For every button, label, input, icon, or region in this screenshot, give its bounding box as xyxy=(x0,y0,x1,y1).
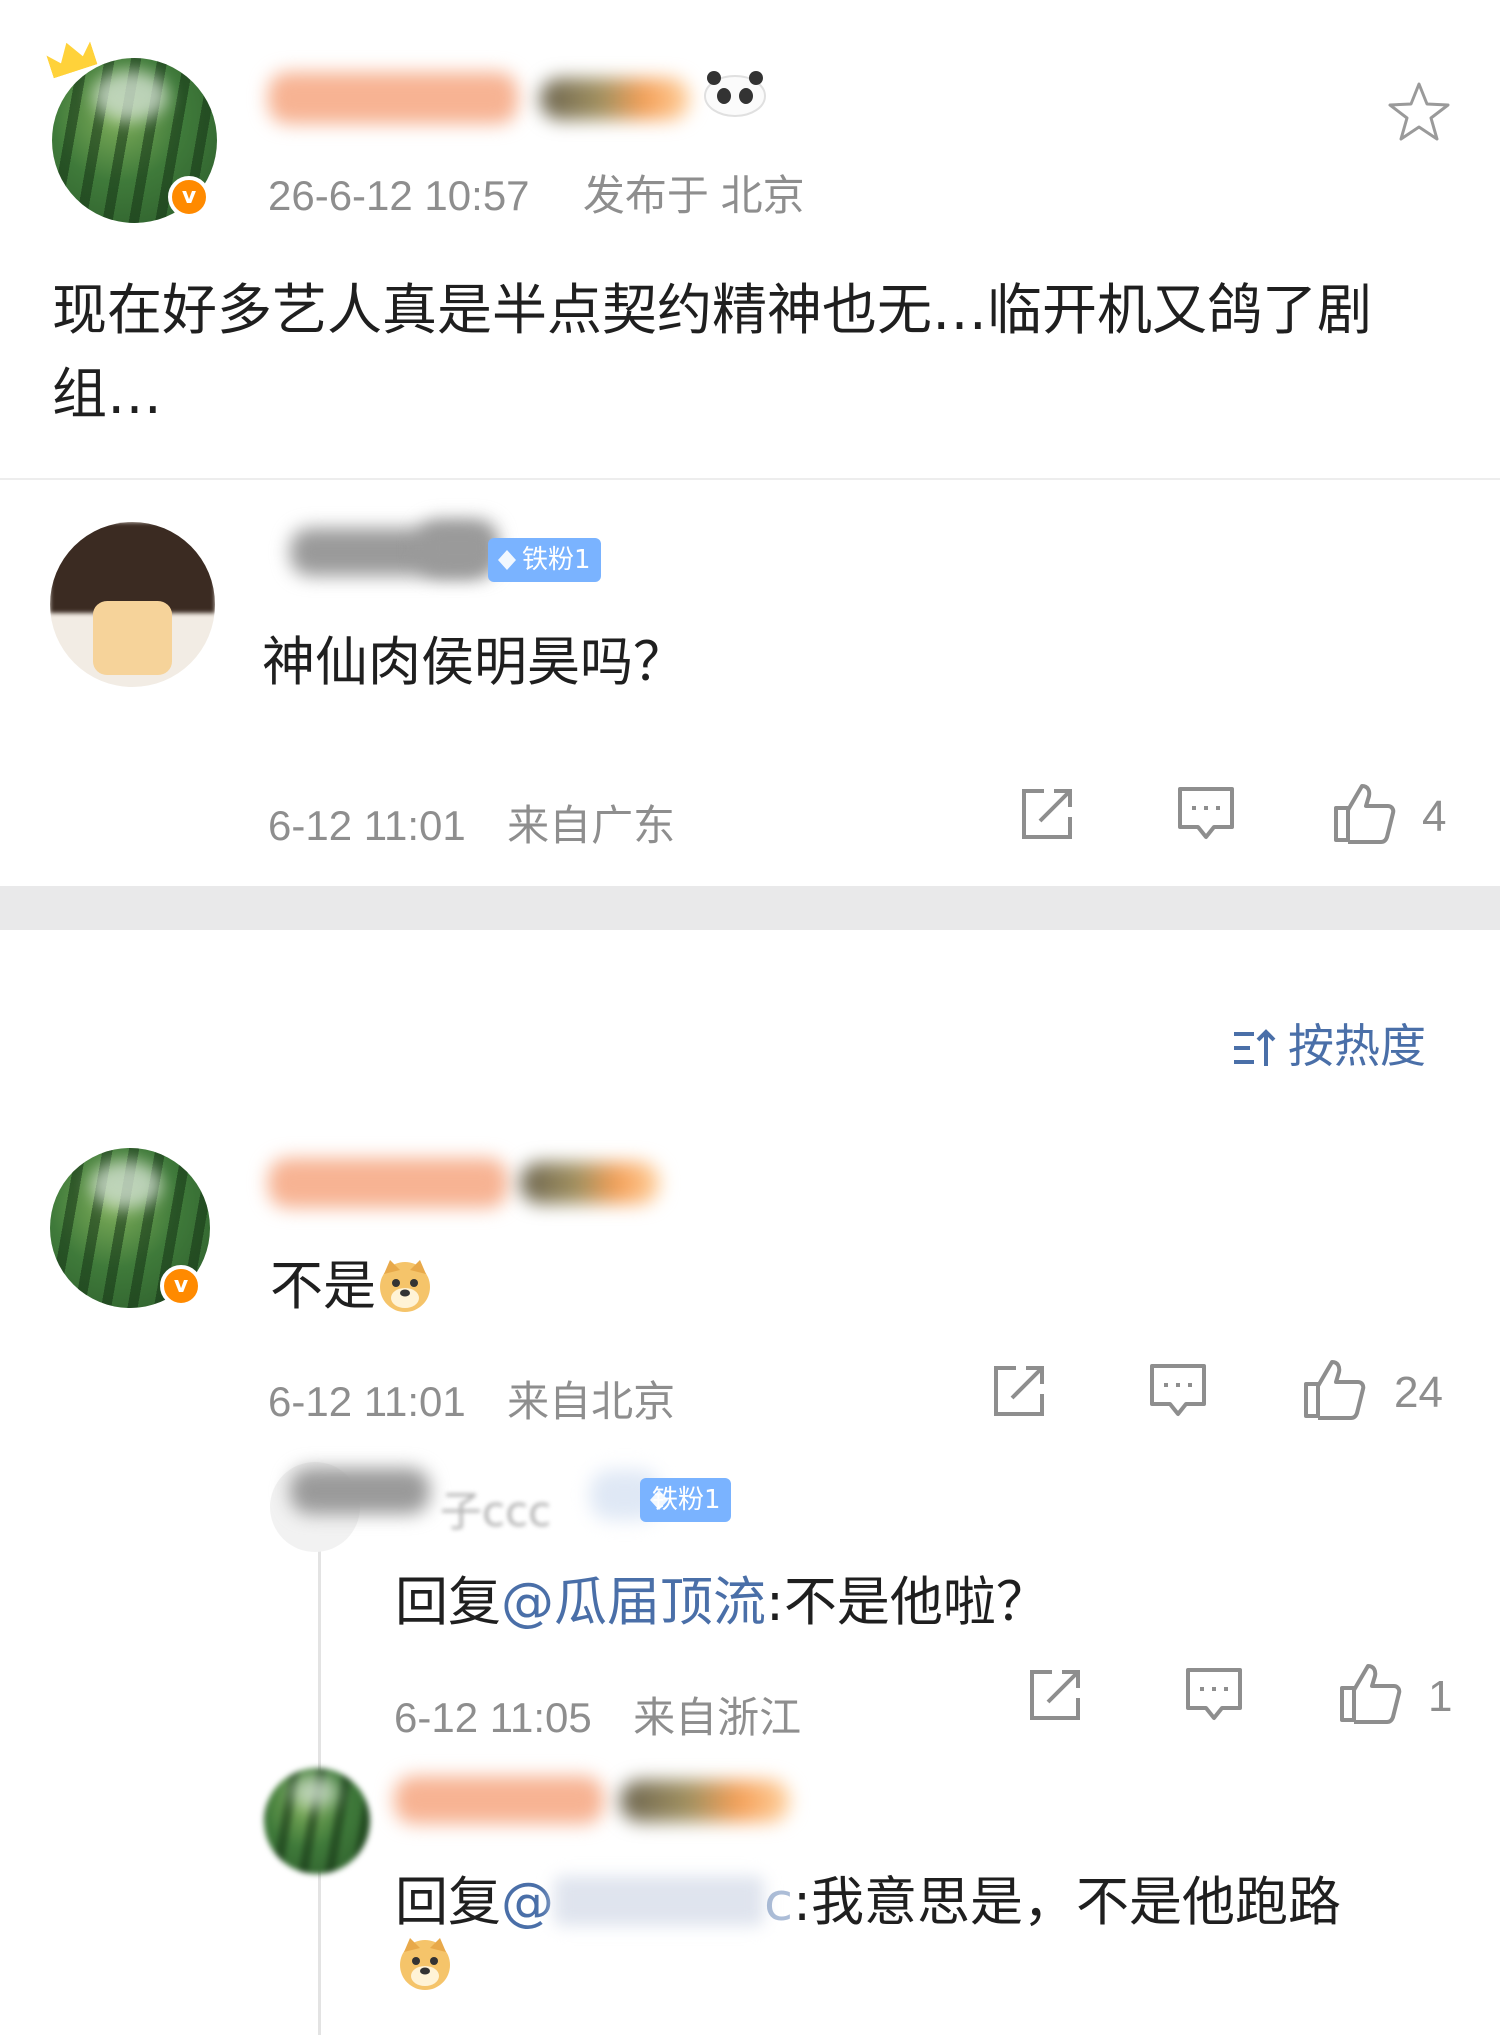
quoted-comment-text: 神仙肉侯明昊吗？ xyxy=(262,632,686,693)
share-icon[interactable] xyxy=(1026,1666,1084,1724)
post-meta: 26-6-12 10:57 发布于 北京 xyxy=(268,162,805,223)
reply-time: 6-12 11:05 xyxy=(394,1694,592,1741)
reply-avatar[interactable] xyxy=(264,1768,370,1874)
reply-meta: 6-12 11:05 来自浙江 xyxy=(394,1684,801,1745)
doge-emoji-icon xyxy=(396,1934,454,1992)
comment-text-content: 不是 xyxy=(270,1256,376,1317)
section-separator xyxy=(0,886,1500,930)
comment-time: 6-12 11:01 xyxy=(268,802,466,849)
author-name[interactable] xyxy=(268,72,518,124)
reply-text-content: :我意思是，不是他跑路 xyxy=(793,1872,1341,1933)
post-timestamp: 26-6-12 10:57 xyxy=(268,172,530,219)
like-icon[interactable] xyxy=(1302,1356,1366,1420)
comment-icon[interactable] xyxy=(1148,1362,1206,1420)
reply-text: 回复@ c:我意思是，不是他跑路 xyxy=(395,1860,1341,1936)
fan-badge: 铁粉1 xyxy=(640,1478,731,1522)
reply-location: 来自浙江 xyxy=(633,1694,802,1741)
reply-thread-line xyxy=(318,1470,321,2035)
panda-emoji-icon xyxy=(700,70,770,118)
fan-badge: 铁粉1 xyxy=(488,538,601,582)
commenter-name-2 xyxy=(418,520,498,576)
share-icon[interactable] xyxy=(1018,785,1076,843)
like-icon[interactable] xyxy=(1332,780,1396,844)
mention-link[interactable]: @ xyxy=(501,1872,554,1933)
reply-text: 回复@瓜届顶流:不是他啦？ xyxy=(395,1560,1049,1636)
doge-emoji-icon xyxy=(376,1256,434,1314)
like-count: 4 xyxy=(1422,792,1447,841)
author-level-badge xyxy=(520,1162,660,1204)
comment-text: 不是 xyxy=(270,1244,434,1320)
reply-author-name[interactable] xyxy=(290,1468,430,1514)
like-count: 24 xyxy=(1394,1368,1443,1417)
verified-badge-icon: v xyxy=(168,176,210,218)
mention-blurred xyxy=(554,1876,764,1926)
author-name[interactable] xyxy=(268,1158,508,1208)
sort-label: 按热度 xyxy=(1288,1019,1426,1073)
like-icon[interactable] xyxy=(1338,1660,1402,1724)
mention-link-end[interactable]: c xyxy=(764,1872,793,1933)
reply-author-level-badge xyxy=(620,1780,790,1822)
post-location-prefix: 发布于 xyxy=(582,172,709,219)
reply-prefix: 回复 xyxy=(395,1872,501,1933)
comment-location: 来自广东 xyxy=(507,802,676,849)
reply-author-name[interactable] xyxy=(394,1776,604,1824)
mention-link[interactable]: @瓜届顶流 xyxy=(501,1572,766,1633)
post-text: 现在好多艺人真是半点契约精神也无…临开机又鸽了剧组… xyxy=(52,278,1373,426)
verified-badge-icon: v xyxy=(160,1265,202,1307)
commenter-avatar[interactable] xyxy=(50,522,215,687)
sort-icon xyxy=(1232,1025,1278,1066)
post-location: 北京 xyxy=(720,172,805,219)
like-count: 1 xyxy=(1428,1672,1453,1721)
share-icon[interactable] xyxy=(990,1362,1048,1420)
star-outline-icon[interactable] xyxy=(1386,80,1452,146)
comment-icon[interactable] xyxy=(1176,785,1234,843)
reply-author-name-fragment: 子ccc xyxy=(440,1487,552,1536)
comment-time: 6-12 11:01 xyxy=(268,1378,466,1425)
comment-icon[interactable] xyxy=(1184,1666,1242,1724)
reply-prefix: 回复 xyxy=(395,1572,501,1633)
author-level-badge xyxy=(540,78,690,120)
reply-text-content: :不是他啦？ xyxy=(766,1572,1049,1633)
comment-location: 来自北京 xyxy=(507,1378,676,1425)
quoted-comment-meta: 6-12 11:01 来自广东 xyxy=(268,792,675,853)
sort-button[interactable]: 按热度 xyxy=(1232,1010,1426,1076)
divider xyxy=(0,478,1500,480)
comment-meta: 6-12 11:01 来自北京 xyxy=(268,1368,675,1429)
